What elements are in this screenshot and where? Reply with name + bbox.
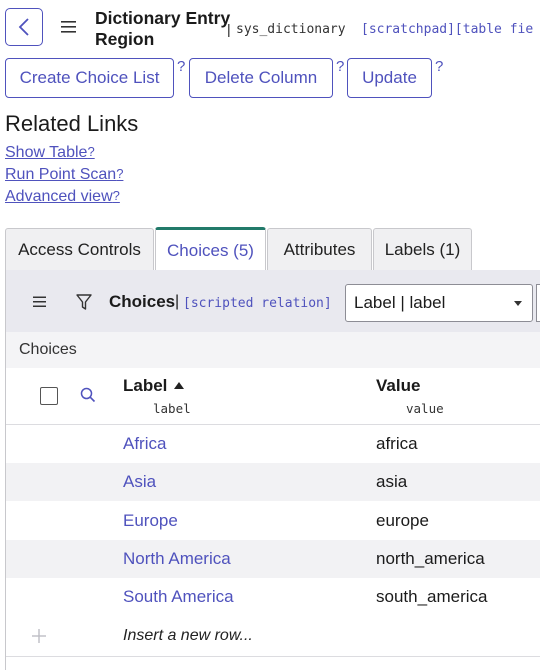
choice-label-link[interactable]: Africa	[123, 434, 166, 454]
scripted-relation-link[interactable]: [scripted relation]	[183, 296, 332, 311]
title-separator: |	[227, 21, 231, 37]
tab-labels[interactable]: Labels (1)	[373, 228, 472, 270]
advanced-view-help-icon[interactable]: ?	[113, 188, 120, 203]
choices-list-panel: Choices | [scripted relation] Label | la…	[5, 270, 540, 670]
run-point-scan-link-label[interactable]: Run Point Scan	[5, 166, 116, 183]
advanced-view-link-label[interactable]: Advanced view	[5, 188, 113, 205]
form-header: Dictionary Entry Region | sys_dictionary…	[0, 0, 540, 56]
run-point-scan-help-icon[interactable]: ?	[116, 166, 123, 181]
table-row: North America north_america	[6, 540, 540, 578]
column-field-label: label	[153, 401, 191, 416]
list-caption-text: Choices	[19, 341, 77, 358]
list-title-separator: |	[175, 293, 180, 310]
choice-value[interactable]: south_america	[376, 587, 488, 607]
run-point-scan-link[interactable]: Run Point Scan?	[5, 166, 123, 184]
table-name: sys_dictionary	[236, 22, 346, 37]
search-icon[interactable]	[80, 387, 96, 403]
list-title: Choices	[109, 292, 176, 311]
show-table-link-label[interactable]: Show Table	[5, 144, 87, 161]
delete-column-help-icon[interactable]: ?	[336, 58, 344, 75]
plus-icon	[32, 629, 46, 643]
choice-value[interactable]: africa	[376, 434, 418, 454]
search-field-select[interactable]: Label | label	[345, 284, 533, 322]
sort-ascending-icon[interactable]	[174, 382, 184, 389]
tab-attributes[interactable]: Attributes	[267, 228, 372, 270]
table-row: Europe europe	[6, 502, 540, 540]
insert-row-text[interactable]: Insert a new row...	[123, 627, 253, 645]
list-context-menu-icon[interactable]	[33, 296, 46, 308]
select-all-checkbox[interactable]	[40, 387, 58, 405]
search-input[interactable]	[536, 284, 540, 322]
column-header-row: Label label Value value	[6, 368, 540, 425]
page-title-line1: Dictionary Entry	[95, 8, 231, 28]
column-field-value: value	[406, 401, 444, 416]
update-button[interactable]: Update	[347, 58, 432, 98]
tab-choices[interactable]: Choices (5)	[155, 227, 266, 271]
page-title: Dictionary Entry Region	[95, 8, 230, 50]
table-row: South America south_america	[6, 578, 540, 616]
column-header-value[interactable]: Value	[376, 376, 420, 396]
list-caption: Choices	[6, 332, 540, 369]
insert-row[interactable]: Insert a new row...	[6, 616, 540, 657]
dropdown-caret-icon	[514, 301, 522, 306]
column-header-label[interactable]: Label	[123, 376, 167, 396]
delete-column-button[interactable]: Delete Column	[189, 58, 333, 98]
choice-label-link[interactable]: Europe	[123, 511, 178, 531]
filter-funnel-icon[interactable]	[76, 294, 92, 311]
hamburger-menu-icon[interactable]	[61, 20, 76, 34]
advanced-view-link[interactable]: Advanced view?	[5, 188, 120, 206]
back-button[interactable]	[5, 8, 43, 46]
choice-value[interactable]: north_america	[376, 549, 485, 569]
create-choice-list-help-icon[interactable]: ?	[177, 58, 185, 75]
choice-label-link[interactable]: South America	[123, 587, 234, 607]
show-table-link[interactable]: Show Table?	[5, 144, 95, 162]
table-row: Asia asia	[6, 463, 540, 501]
choice-label-link[interactable]: North America	[123, 549, 231, 569]
tab-access-controls[interactable]: Access Controls	[5, 228, 154, 270]
chevron-left-icon	[18, 18, 29, 36]
search-field-select-value: Label | label	[354, 293, 446, 312]
page-title-line2: Region	[95, 29, 155, 49]
update-help-icon[interactable]: ?	[435, 58, 443, 75]
show-table-help-icon[interactable]: ?	[87, 144, 94, 159]
table-row: Africa africa	[6, 425, 540, 463]
create-choice-list-button[interactable]: Create Choice List	[5, 58, 174, 98]
list-toolbar: Choices | [scripted relation] Label | la…	[6, 270, 540, 332]
choice-label-link[interactable]: Asia	[123, 472, 156, 492]
choice-value[interactable]: europe	[376, 511, 429, 531]
scratchpad-hint[interactable]: [scratchpad][table fie	[361, 22, 533, 37]
related-links-heading: Related Links	[5, 111, 139, 136]
choice-value[interactable]: asia	[376, 472, 407, 492]
